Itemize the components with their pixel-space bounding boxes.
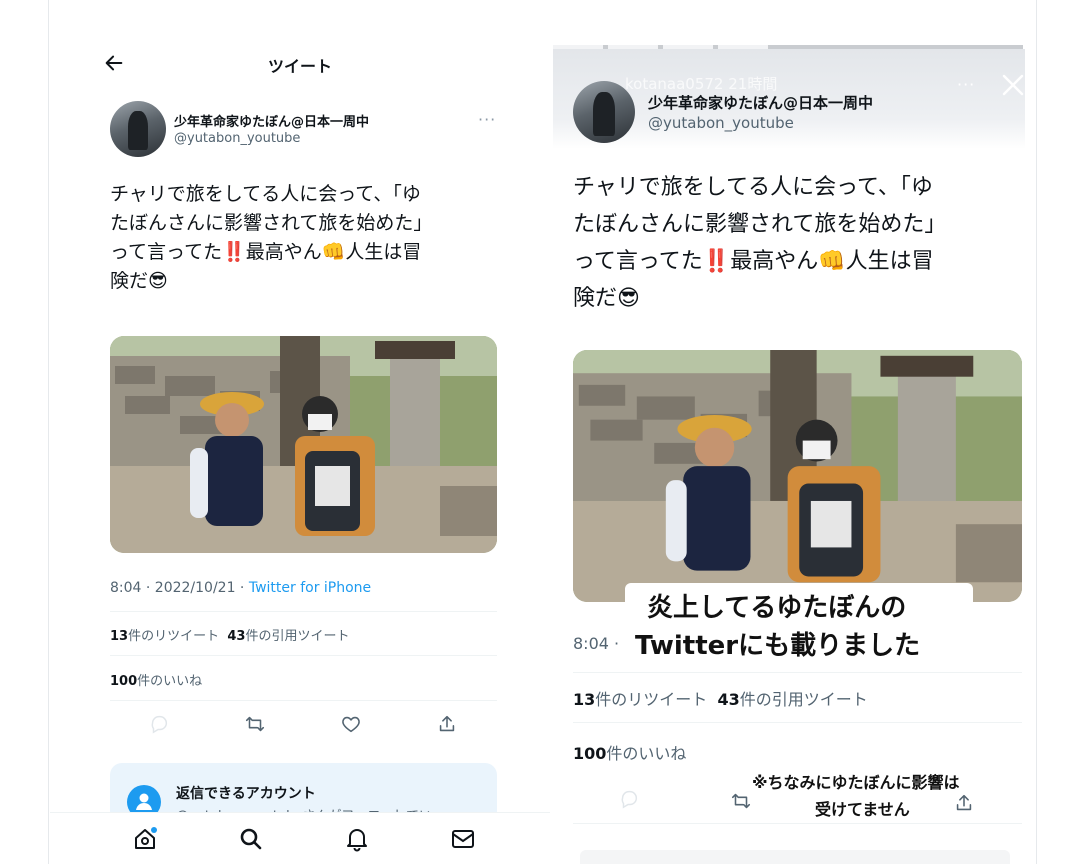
home-icon[interactable] [132, 826, 158, 852]
retweet-icon[interactable] [730, 790, 752, 812]
likes-label: 件のいいね [606, 744, 687, 763]
reply-icon[interactable] [618, 788, 640, 810]
search-icon[interactable] [238, 826, 264, 852]
quotes-stat[interactable]: 43件の引用ツイート [227, 629, 349, 644]
tweet-photo[interactable] [573, 350, 1022, 602]
tweet-text-line: って言ってた‼️最高やん👊人生は冒 [110, 241, 422, 263]
story-note-line-2: 受けてません [815, 800, 910, 819]
tweet-text-line: チャリで旅をしてる人に会って、「ゆ [573, 175, 933, 200]
share-icon[interactable] [953, 792, 975, 814]
author-name[interactable]: 少年革命家ゆたぼん@日本一周中 [648, 92, 873, 113]
author-avatar[interactable] [110, 101, 166, 157]
retweets-count: 13 [110, 629, 129, 644]
more-options-icon[interactable]: ··· [478, 110, 496, 129]
like-icon[interactable] [340, 713, 362, 735]
likes-stat[interactable]: 100件のいいね [110, 670, 202, 689]
retweet-icon[interactable] [244, 713, 266, 735]
retweets-stat[interactable]: 13件のリツイート [110, 629, 219, 644]
close-icon[interactable] [1000, 72, 1026, 98]
quotes-count: 43 [717, 690, 740, 709]
tweet-text: チャリで旅をしてる人に会って、「ゆ たぼんさんに影響されて旅を始めた」 って言っ… [573, 169, 946, 317]
divider [573, 722, 1022, 723]
engagement-stats: 13件のリツイート 43件の引用ツイート [110, 625, 349, 644]
tweet-photo[interactable] [110, 336, 497, 553]
bottom-navigation [50, 812, 550, 864]
divider [110, 611, 497, 612]
story-caption: 炎上してるゆたぼんの Twitterにも載りました [625, 583, 973, 661]
retweets-count: 13 [573, 690, 596, 709]
story-username[interactable]: kotanaa0572 21時間 [625, 73, 777, 94]
caption-line-1: 炎上してるゆたぼんの [647, 593, 907, 623]
tweet-text-line: 険だ😎 [573, 286, 640, 311]
author-handle[interactable]: @yutabon_youtube [648, 114, 794, 132]
quotes-count: 43 [227, 629, 246, 644]
story-progress-bar [553, 45, 1023, 49]
messages-icon[interactable] [450, 826, 476, 852]
author-name[interactable]: 少年革命家ゆたぼん@日本一周中 [174, 111, 369, 130]
tweet-timestamp: 8:04 · [573, 634, 620, 653]
divider [573, 823, 1022, 824]
retweets-label: 件のリツイート [128, 629, 220, 644]
photo-illustration [573, 350, 1022, 602]
notifications-icon[interactable] [344, 826, 370, 852]
story-note-line-1: ※ちなみにゆたぼんに影響は [752, 773, 960, 792]
reply-icon[interactable] [148, 713, 170, 735]
next-tweet-preview [580, 850, 1010, 864]
author-avatar[interactable] [573, 81, 635, 143]
author-handle[interactable]: @yutabon_youtube [174, 131, 300, 146]
page-title: ツイート [268, 57, 333, 76]
tweet-meta: 8:04 · 2022/10/21 · Twitter for iPhone [110, 580, 371, 596]
likes-count: 100 [110, 674, 138, 689]
divider [110, 655, 497, 656]
share-icon[interactable] [436, 713, 458, 735]
likes-label: 件のいいね [137, 674, 203, 689]
story-more-icon[interactable]: ··· [957, 75, 975, 94]
likes-stat[interactable]: 100件のいいね [573, 740, 686, 764]
divider [573, 672, 1022, 673]
photo-illustration [110, 336, 497, 553]
quotes-label: 件の引用ツイート [245, 629, 350, 644]
quotes-stat[interactable]: 43件の引用ツイート [717, 690, 867, 709]
tweet-text-line: チャリで旅をしてる人に会って、「ゆ [110, 183, 421, 205]
divider [110, 700, 497, 701]
tweet-text-line: って言ってた‼️最高やん👊人生は冒 [573, 249, 934, 274]
tweet-text-line: たぼんさんに影響されて旅を始めた」 [573, 212, 947, 237]
reply-box-title: 返信できるアカウント [176, 786, 316, 802]
tweet-source-link[interactable]: Twitter for iPhone [249, 580, 371, 596]
retweets-label: 件のリツイート [595, 690, 708, 709]
tweet-text-line: たぼんさんに影響されて旅を始めた」 [110, 212, 433, 234]
likes-count: 100 [573, 744, 607, 763]
engagement-stats: 13件のリツイート 43件の引用ツイート [573, 686, 868, 710]
tweet-timestamp: 8:04 · 2022/10/21 · [110, 580, 249, 596]
caption-line-2: Twitterにも載りました [635, 631, 921, 661]
tweet-text-line: 険だ😎 [110, 270, 168, 292]
retweets-stat[interactable]: 13件のリツイート [573, 690, 707, 709]
quotes-label: 件の引用ツイート [739, 690, 868, 709]
back-arrow-icon[interactable] [103, 52, 125, 74]
right-frame-line [1036, 0, 1037, 864]
tweet-text: チャリで旅をしてる人に会って、「ゆ たぼんさんに影響されて旅を始めた」 って言っ… [110, 180, 432, 296]
left-frame-line [48, 0, 49, 864]
